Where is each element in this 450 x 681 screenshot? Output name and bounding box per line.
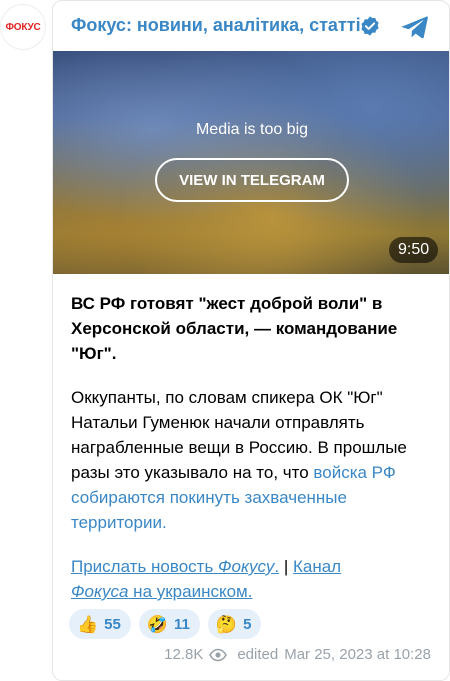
channel-link-prefix: Канал: [292, 557, 342, 576]
channel-name-link[interactable]: Фокус: новини, аналітика, статті: [71, 15, 361, 36]
view-in-telegram-button[interactable]: VIEW IN TELEGRAM: [155, 158, 349, 202]
rofl-icon: 🤣: [146, 614, 169, 634]
telegram-icon[interactable]: [401, 13, 429, 41]
thinking-icon: 🤔: [215, 614, 238, 634]
post-footer-links: Прислать новость Фокусу. | Канал Фокуса н…: [71, 554, 441, 604]
links-separator: |: [279, 557, 293, 576]
reaction-count: 55: [104, 615, 121, 633]
channel-link-em: Фокуса: [71, 582, 129, 601]
view-count: 12.8K: [164, 646, 204, 663]
post-title: ВС РФ готовят "жест доброй воли" в Херсо…: [71, 294, 398, 363]
telegram-post-card: Фокус: новини, аналітика, статті Media i…: [52, 0, 450, 681]
reaction-count: 11: [174, 615, 190, 633]
reaction-thinking[interactable]: 🤔 5: [207, 609, 262, 639]
reaction-count: 5: [243, 615, 252, 633]
thumbs-up-icon: 👍: [77, 614, 99, 634]
reaction-rofl[interactable]: 🤣 11: [138, 609, 200, 639]
video-duration-badge: 9:50: [389, 237, 439, 263]
verified-icon: [361, 16, 379, 36]
media-too-big-message: Media is too big: [195, 121, 309, 138]
avatar-label: ФОКУС: [5, 21, 41, 33]
channel-link-suffix: на украинском.: [128, 582, 253, 601]
post-body: Оккупанты, по словам спикера ОК "Юг" Нат…: [71, 385, 441, 535]
send-news-link[interactable]: Прислать новость Фокусу.: [71, 557, 279, 576]
post-meta: 12.8K edited Mar 25, 2023 at 10:28: [164, 646, 431, 663]
channel-avatar[interactable]: ФОКУС: [0, 4, 46, 50]
eye-icon: [209, 648, 228, 661]
reaction-thumbs-up[interactable]: 👍 55: [69, 609, 131, 639]
edited-label: edited: [237, 646, 279, 663]
post-header: Фокус: новини, аналітика, статті: [53, 1, 449, 51]
video-media-preview[interactable]: Media is too big VIEW IN TELEGRAM 9:50: [53, 51, 449, 274]
post-timestamp[interactable]: Mar 25, 2023 at 10:28: [284, 646, 431, 663]
send-news-prefix: Прислать новость: [71, 557, 219, 576]
reactions-bar: 👍 55 🤣 11 🤔 5: [69, 609, 262, 639]
send-news-em: Фокусу: [218, 557, 275, 576]
